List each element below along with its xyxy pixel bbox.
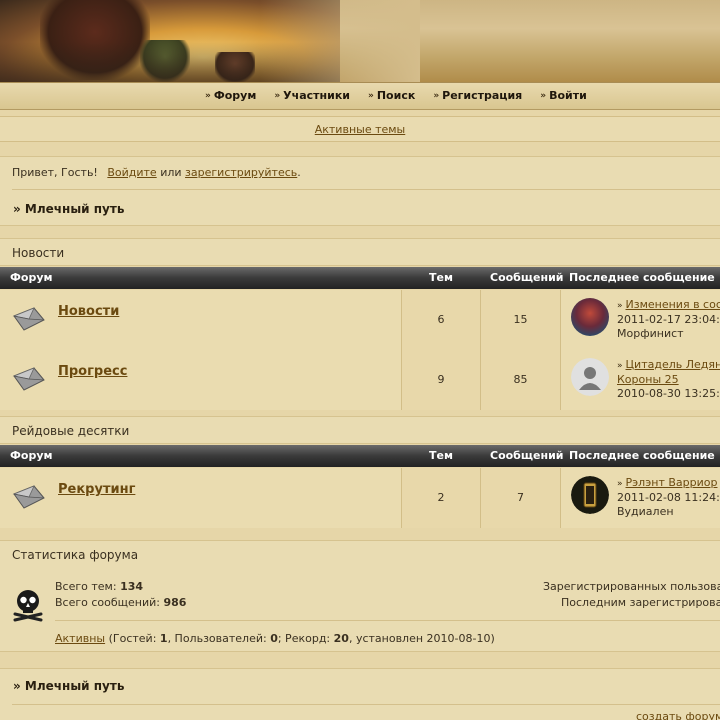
last-post-link[interactable]: Изменения в сос <box>626 298 720 311</box>
skull-icon <box>13 590 43 622</box>
main-navigation: » Форум » Участники » Поиск » Регистрация » В… <box>0 82 720 110</box>
posts-count: 15 <box>481 290 561 350</box>
banner-fade <box>260 0 420 82</box>
forum-row: Прогресс 9 85 » Цитадель Ледяно Короны 25… <box>0 350 720 410</box>
last-post-date: 2011-02-08 11:24: <box>617 491 720 504</box>
topics-count: 6 <box>402 290 481 350</box>
divider <box>55 620 720 621</box>
header-banner <box>0 0 720 82</box>
topics-count: 2 <box>402 468 481 528</box>
last-post-link[interactable]: Рэлэнт Варриор <box>626 476 718 489</box>
active-users-link[interactable]: Активны <box>55 632 105 645</box>
login-link[interactable]: Войдите <box>107 166 156 179</box>
avatar[interactable] <box>571 298 609 336</box>
stats-topics: Всего тем: 134 <box>55 580 144 593</box>
double-chevron-icon: » <box>205 90 211 101</box>
header-topics: Тем <box>429 271 453 284</box>
double-chevron-icon: » <box>274 90 281 101</box>
forum-row: Новости 6 15 » Изменения в сос 2011-02-17… <box>0 290 720 350</box>
last-post-link-continued[interactable]: Короны 25 <box>617 373 679 386</box>
forum-table-header: Форум Тем Сообщений Последнее сообщение <box>0 445 720 467</box>
forum-link-recruiting[interactable]: Рекрутинг <box>58 482 135 497</box>
nav-members[interactable]: » Участники <box>274 89 350 102</box>
forum-table-header: Форум Тем Сообщений Последнее сообщение <box>0 267 720 289</box>
avatar[interactable] <box>571 476 609 514</box>
footer-panel <box>0 668 720 720</box>
double-chevron-icon: » <box>540 90 547 101</box>
double-chevron-icon: » <box>433 90 440 101</box>
envelope-icon <box>12 367 45 391</box>
header-posts: Сообщений <box>490 449 564 462</box>
breadcrumb[interactable]: » Млечный путь <box>13 202 124 216</box>
posts-count: 7 <box>481 468 561 528</box>
last-post-date: 2010-08-30 13:25: <box>617 387 720 400</box>
create-forum-link[interactable]: создать форум <box>636 710 720 720</box>
header-last-post: Последнее сообщение <box>569 449 715 462</box>
topics-count: 9 <box>402 350 481 410</box>
footer-breadcrumb[interactable]: » Млечный путь <box>13 679 124 693</box>
double-chevron-icon: » <box>368 90 374 101</box>
category-header-panel <box>0 238 720 266</box>
register-link[interactable]: зарегистрируйтесь <box>185 166 297 179</box>
go-to-post-icon[interactable]: » <box>617 479 623 489</box>
nav-forum[interactable]: » Форум <box>205 89 256 102</box>
go-to-post-icon[interactable]: » <box>617 361 623 371</box>
stats-active-users: Активны (Гостей: 1, Пользователей: 0; Ре… <box>55 632 495 645</box>
header-forum: Форум <box>10 449 53 462</box>
envelope-icon <box>12 307 45 331</box>
last-post-date: 2011-02-17 23:04: <box>617 313 720 326</box>
stats-posts: Всего сообщений: 986 <box>55 596 187 609</box>
forum-row: Рекрутинг 2 7 » Рэлэнт Варриор 2011-02-08… <box>0 468 720 528</box>
header-posts: Сообщений <box>490 271 564 284</box>
last-post-link[interactable]: Цитадель Ледяно <box>626 358 720 371</box>
divider <box>12 189 720 190</box>
go-to-post-icon[interactable]: » <box>617 301 623 311</box>
last-post-author: Вудиален <box>617 505 674 518</box>
category-title[interactable]: Новости <box>12 246 64 260</box>
last-post-author: Морфинист <box>617 327 684 340</box>
header-last-post: Последнее сообщение <box>569 271 715 284</box>
active-topics-bar: Активные темы <box>0 116 720 142</box>
stats-title: Статистика форума <box>12 548 139 562</box>
stats-registered-users: Зарегистрированных пользоват <box>543 580 720 593</box>
active-topics-link[interactable]: Активные темы <box>315 123 406 136</box>
nav-register[interactable]: » Регистрация <box>433 89 522 102</box>
nav-login[interactable]: » Войти <box>540 89 587 102</box>
divider <box>12 704 720 705</box>
envelope-icon <box>12 485 45 509</box>
posts-count: 85 <box>481 350 561 410</box>
greeting: Привет, Гость! Войдите или зарегистрируй… <box>12 166 301 179</box>
nav-search[interactable]: » Поиск <box>368 89 415 102</box>
forum-link-news[interactable]: Новости <box>58 304 119 319</box>
category-title[interactable]: Рейдовые десятки <box>12 424 129 438</box>
default-avatar-icon[interactable] <box>571 358 609 396</box>
forum-link-progress[interactable]: Прогресс <box>58 364 127 379</box>
stats-last-registered: Последним зарегистрирован <box>561 596 720 609</box>
header-forum: Форум <box>10 271 53 284</box>
header-topics: Тем <box>429 449 453 462</box>
